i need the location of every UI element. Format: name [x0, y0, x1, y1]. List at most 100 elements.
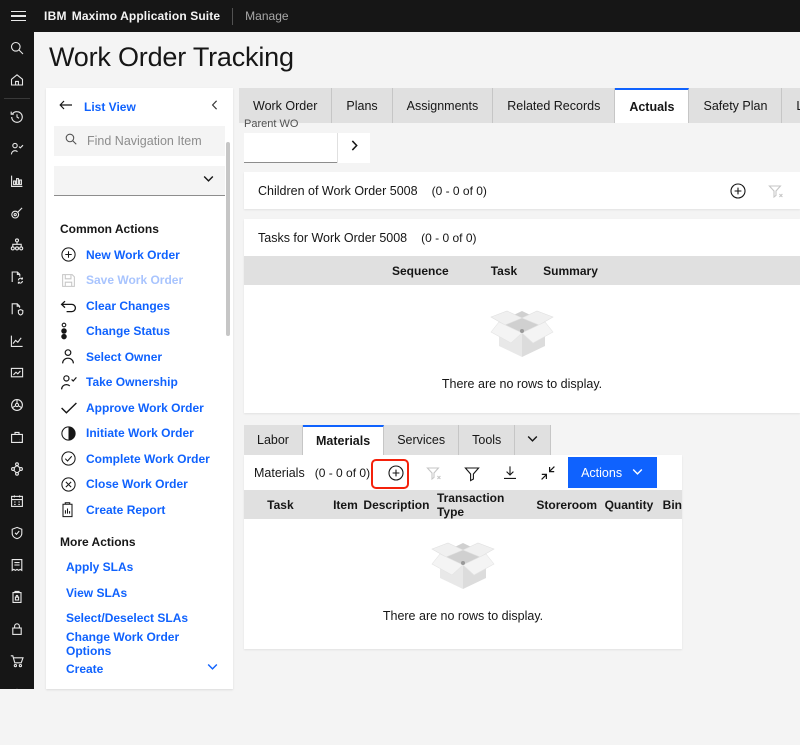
nav-link-apply-slas[interactable]: Apply SLAs	[46, 555, 233, 581]
actions-button[interactable]: Actions	[568, 457, 658, 488]
rail-document-security-icon[interactable]	[0, 293, 34, 325]
user-check-icon	[60, 374, 86, 391]
add-row-icon[interactable]	[386, 463, 406, 483]
subtab-labor[interactable]: Labor	[244, 425, 303, 455]
rail-hierarchy-icon[interactable]	[0, 229, 34, 261]
column-header-quantity[interactable]: Quantity	[605, 498, 654, 512]
rail-flow-icon[interactable]	[0, 453, 34, 485]
tab-safety-plan[interactable]: Safety Plan	[689, 88, 783, 123]
search-input[interactable]	[87, 134, 217, 148]
rail-document-sync-icon[interactable]	[0, 261, 34, 293]
tab-actuals[interactable]: Actuals	[615, 88, 690, 123]
nav-action-select-owner[interactable]: Select Owner	[46, 344, 233, 370]
column-header-task[interactable]: Task	[267, 498, 293, 512]
nav-action-new-work-order[interactable]: New Work Order	[46, 242, 233, 268]
add-row-icon[interactable]	[728, 181, 748, 201]
nav-action-label: Approve Work Order	[86, 400, 204, 415]
navigation-select[interactable]	[54, 166, 225, 196]
brand-product-label[interactable]: Manage	[245, 9, 288, 23]
materials-title: Materials	[254, 465, 305, 480]
common-actions-title: Common Actions	[60, 222, 159, 236]
rail-toolbox-icon[interactable]	[0, 421, 34, 453]
tasks-table-header: Sequence Task Summary	[244, 256, 800, 285]
rail-cart-icon[interactable]	[0, 645, 34, 677]
nav-action-close-work-order[interactable]: Close Work Order	[46, 472, 233, 498]
rail-clipboard-lock-icon[interactable]	[0, 581, 34, 613]
nav-action-initiate-work-order[interactable]: Initiate Work Order	[46, 421, 233, 447]
nav-link-label: Change Work Order Options	[66, 629, 180, 658]
nav-action-clear-changes[interactable]: Clear Changes	[46, 293, 233, 319]
column-header-sequence[interactable]: Sequence	[392, 264, 449, 278]
nav-action-create-report[interactable]: Create Report	[46, 497, 233, 523]
find-navigation-item-field[interactable]	[54, 126, 225, 156]
navigation-scrollbar[interactable]	[226, 142, 230, 336]
rail-shield-check-icon[interactable]	[0, 517, 34, 549]
rail-presentation-icon[interactable]	[0, 357, 34, 389]
nav-action-approve-work-order[interactable]: Approve Work Order	[46, 395, 233, 421]
empty-box-icon	[490, 310, 554, 357]
column-header-task[interactable]: Task	[491, 264, 517, 278]
download-icon[interactable]	[500, 463, 520, 483]
nav-link-view-slas[interactable]: View SLAs	[46, 580, 233, 606]
rail-search-icon[interactable]	[0, 32, 34, 64]
chevron-down-icon	[526, 432, 539, 448]
rail-analytics-icon[interactable]	[0, 325, 34, 357]
subtab-materials[interactable]: Materials	[302, 425, 385, 455]
hamburger-icon[interactable]	[0, 0, 36, 32]
column-header-transaction-type[interactable]: Transaction Type	[437, 491, 529, 519]
column-header-bin[interactable]: Bin	[663, 498, 682, 512]
collapse-icon[interactable]	[538, 463, 558, 483]
top-navigation-bar: IBM Maximo Application Suite Manage	[0, 0, 800, 32]
navigation-header: List View	[46, 88, 233, 126]
actuals-subtabs: Labor Materials Services Tools	[244, 425, 682, 455]
tab-related-records[interactable]: Related Records	[493, 88, 616, 123]
chevron-down-icon	[631, 465, 644, 481]
rail-receipt-icon[interactable]	[0, 549, 34, 581]
nav-action-save-work-order: Save Work Order	[46, 268, 233, 294]
nav-action-label: New Work Order	[86, 247, 180, 262]
record-tabs: Work Order Plans Assignments Related Rec…	[239, 88, 800, 123]
tab-label: Actuals	[629, 99, 675, 114]
subtab-label: Services	[397, 433, 446, 447]
column-header-summary[interactable]: Summary	[543, 264, 598, 278]
nav-link-view[interactable]: View	[46, 682, 233, 689]
materials-table-header: Task Item Description Transaction Type S…	[244, 490, 682, 519]
nav-action-complete-work-order[interactable]: Complete Work Order	[46, 446, 233, 472]
clear-filter-icon	[766, 181, 786, 201]
tasks-title: Tasks for Work Order 5008	[258, 230, 408, 245]
rail-delivery-icon[interactable]	[0, 677, 34, 689]
subtab-tools[interactable]: Tools	[459, 425, 516, 455]
tab-assignments[interactable]: Assignments	[392, 88, 494, 123]
subtab-services[interactable]: Services	[384, 425, 460, 455]
list-view-back-button[interactable]: List View	[58, 98, 136, 116]
rail-home-icon[interactable]	[0, 64, 34, 96]
rail-network-icon[interactable]	[0, 389, 34, 421]
navigation-actions-scroll[interactable]: Common Actions New Work Order Save Work …	[46, 210, 233, 689]
tasks-empty-text: There are no rows to display.	[441, 377, 603, 391]
nav-action-label: Take Ownership	[86, 375, 178, 390]
nav-action-take-ownership[interactable]: Take Ownership	[46, 370, 233, 396]
nav-action-change-status[interactable]: Change Status	[46, 319, 233, 345]
rail-asset-icon[interactable]	[0, 197, 34, 229]
parent-wo-detail-button[interactable]	[337, 133, 370, 163]
parent-wo-input[interactable]	[244, 133, 337, 163]
tab-label: Work Order	[253, 98, 318, 113]
nav-action-label: Change Status	[86, 324, 171, 339]
subtab-overflow-button[interactable]	[515, 425, 552, 455]
rail-chart-bar-icon[interactable]	[0, 165, 34, 197]
nav-link-change-work-order-options[interactable]: Change Work Order Options	[46, 629, 233, 658]
rail-calendar-icon[interactable]	[0, 485, 34, 517]
column-header-storeroom[interactable]: Storeroom	[536, 498, 597, 512]
undo-icon	[60, 298, 86, 314]
nav-link-create[interactable]: Create	[46, 657, 233, 683]
chevron-left-icon[interactable]	[209, 98, 221, 116]
column-header-item[interactable]: Item	[333, 498, 358, 512]
rail-history-icon[interactable]	[0, 101, 34, 133]
nav-link-select-deselect-slas[interactable]: Select/Deselect SLAs	[46, 606, 233, 632]
tab-plans[interactable]: Plans	[332, 88, 393, 123]
column-header-description[interactable]: Description	[363, 498, 429, 512]
filter-icon[interactable]	[462, 463, 482, 483]
rail-lock-icon[interactable]	[0, 613, 34, 645]
rail-user-role-icon[interactable]	[0, 133, 34, 165]
tab-log[interactable]: Log	[782, 88, 800, 123]
